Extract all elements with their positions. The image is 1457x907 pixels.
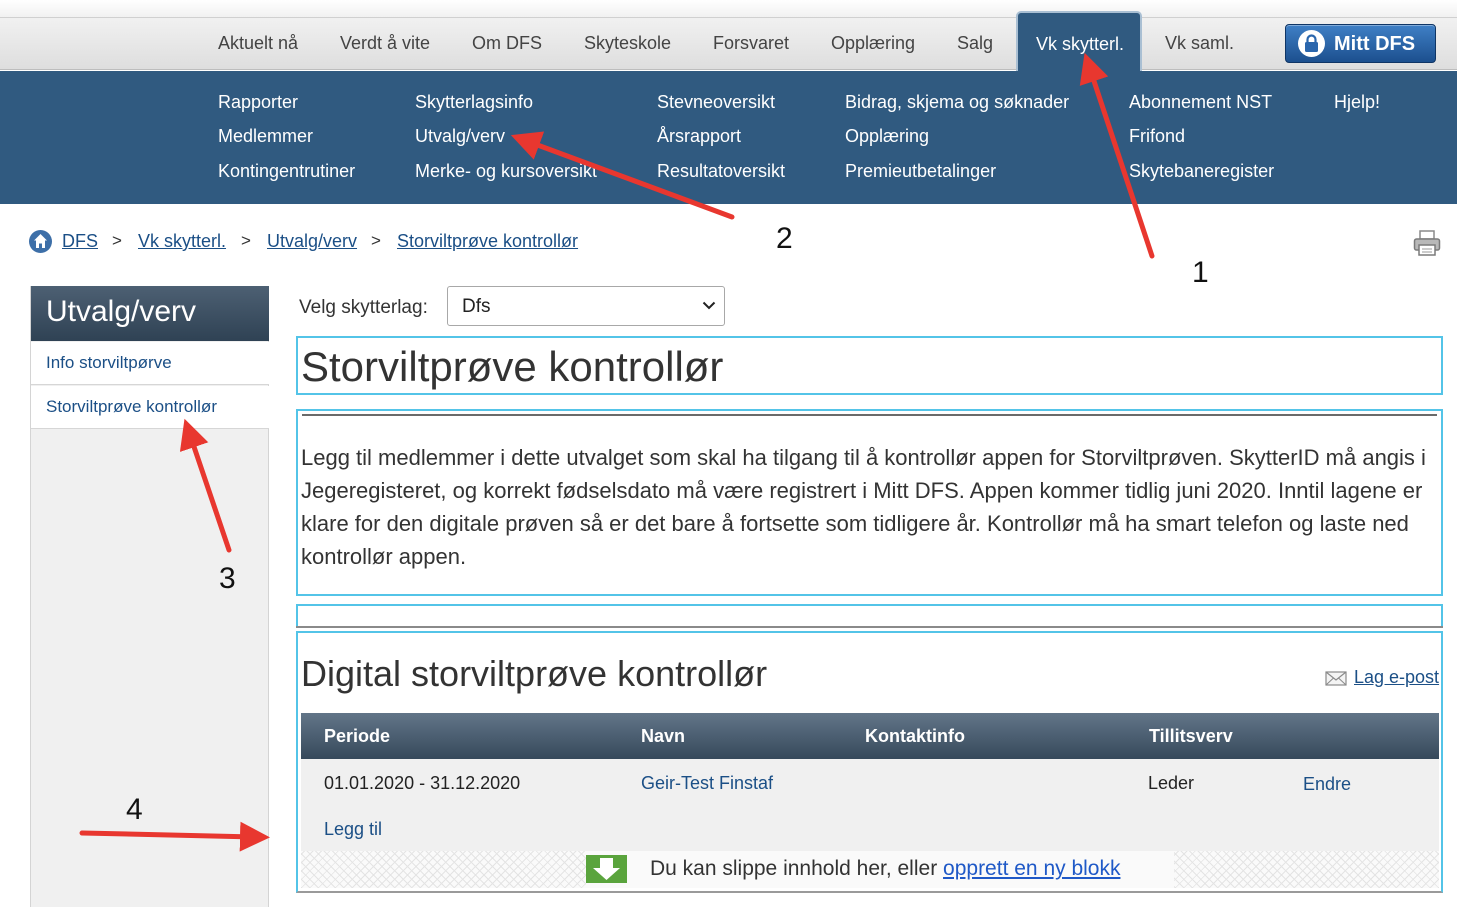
table-row: 01.01.2020 - 31.12.2020 Geir-Test Finsta… (301, 759, 1439, 851)
empty-block (296, 604, 1443, 628)
lock-icon (1298, 30, 1325, 57)
menu-frifond[interactable]: Frifond (1129, 126, 1185, 147)
mail-icon (1325, 671, 1347, 686)
sidebar-title: Utvalg/verv (46, 295, 197, 328)
breadcrumb-separator: > (371, 231, 381, 250)
add-member-link[interactable]: Legg til (324, 819, 382, 840)
mega-menu: Rapporter Medlemmer Kontingentrutiner Sk… (0, 71, 1457, 204)
breadcrumb-separator: > (241, 231, 251, 250)
menu-arsrapport[interactable]: Årsrapport (657, 126, 741, 147)
topnav-vk-saml[interactable]: Vk saml. (1165, 33, 1234, 54)
edit-link[interactable]: Endre (1303, 774, 1351, 795)
breadcrumb-separator: > (112, 231, 122, 250)
sidebar-item-label: Info storviltpørve (46, 353, 172, 372)
column-header-kontaktinfo: Kontaktinfo (865, 726, 965, 746)
sidebar-header: Utvalg/verv (31, 286, 269, 341)
drop-zone[interactable]: Du kan slippe innhold her, eller opprett… (301, 851, 1439, 888)
menu-stevneoversikt[interactable]: Stevneoversikt (657, 92, 775, 113)
top-divider (0, 17, 1457, 18)
breadcrumb-dfs[interactable]: DFS (62, 231, 98, 252)
sidebar-item-storviltprove-kontrollor[interactable]: Storviltprøve kontrollør (31, 386, 269, 429)
menu-kontingentrutiner[interactable]: Kontingentrutiner (218, 161, 355, 182)
chevron-down-icon (702, 301, 716, 310)
club-select-value: Dfs (462, 296, 491, 317)
menu-skytebaneregister[interactable]: Skytebaneregister (1129, 161, 1274, 182)
topnav-vk-skytterl-label: Vk skytterl. (1036, 34, 1125, 54)
topnav-opplaering[interactable]: Opplæring (831, 33, 915, 54)
annotation-number-4: 4 (126, 793, 143, 826)
section-title: Digital storviltprøve kontrollør (301, 653, 768, 694)
topnav-forsvaret[interactable]: Forsvaret (713, 33, 789, 54)
club-select[interactable]: Dfs (447, 286, 725, 326)
menu-resultatoversikt[interactable]: Resultatoversikt (657, 161, 785, 182)
annotation-number-1: 1 (1192, 256, 1209, 289)
annotation-number-3: 3 (219, 562, 236, 595)
topnav-skyteskole[interactable]: Skyteskole (584, 33, 671, 54)
title-block: Storviltprøve kontrollør (296, 336, 1443, 395)
topnav-vk-skytterl-active[interactable]: Vk skytterl. (1016, 11, 1142, 73)
menu-skytterlagsinfo[interactable]: Skytterlagsinfo (415, 92, 533, 113)
member-name-link[interactable]: Geir-Test Finstaf (641, 773, 773, 794)
select-club-label: Velg skytterlag: (299, 297, 428, 318)
divider (296, 626, 1443, 628)
breadcrumb-current[interactable]: Storviltprøve kontrollør (397, 231, 578, 252)
column-header-navn: Navn (641, 726, 686, 746)
breadcrumb-vk-skytterl[interactable]: Vk skytterl. (138, 231, 226, 252)
menu-premieutbetalinger[interactable]: Premieutbetalinger (845, 161, 996, 182)
mitt-dfs-button[interactable]: Mitt DFS (1285, 24, 1436, 63)
column-header-periode: Periode (324, 726, 391, 746)
create-email-link[interactable]: Lag e-post (1354, 667, 1439, 688)
drop-zone-text: Du kan slippe innhold her, eller opprett… (650, 857, 1120, 881)
divider (302, 414, 1437, 416)
menu-merke-kursoversikt[interactable]: Merke- og kursoversikt (415, 161, 597, 182)
print-icon[interactable] (1413, 230, 1441, 261)
sidebar: Utvalg/verv Info storviltpørve Storviltp… (30, 286, 269, 907)
create-block-link[interactable]: opprett en ny blokk (943, 857, 1120, 880)
menu-bidrag-skjema[interactable]: Bidrag, skjema og søknader (845, 92, 1069, 113)
topnav-aktuelt[interactable]: Aktuelt nå (218, 33, 298, 54)
page-title: Storviltprøve kontrollør (301, 343, 724, 390)
topnav-verdt-a-vite[interactable]: Verdt å vite (340, 33, 430, 54)
drop-zone-content: Du kan slippe innhold her, eller opprett… (586, 851, 1174, 888)
body-text: Legg til medlemmer i dette utvalget som … (301, 445, 1426, 569)
table-header: Periode Navn Kontaktinfo Tillitsverv (301, 713, 1439, 759)
drop-zone-label: Du kan slippe innhold her, eller (650, 857, 938, 880)
breadcrumb-utvalg-verv[interactable]: Utvalg/verv (267, 231, 357, 252)
cell-periode: 01.01.2020 - 31.12.2020 (324, 773, 521, 793)
menu-abonnement-nst[interactable]: Abonnement NST (1129, 92, 1272, 113)
text-block: Legg til medlemmer i dette utvalget som … (296, 409, 1443, 596)
menu-opplaering[interactable]: Opplæring (845, 126, 929, 147)
digital-controller-block: Digital storviltprøve kontrollør Lag e-p… (296, 631, 1443, 893)
menu-hjelp[interactable]: Hjelp! (1334, 92, 1380, 113)
annotation-number-2: 2 (776, 222, 793, 255)
menu-medlemmer[interactable]: Medlemmer (218, 126, 313, 147)
menu-rapporter[interactable]: Rapporter (218, 92, 298, 113)
home-icon[interactable] (29, 230, 52, 253)
column-header-tillitsverv: Tillitsverv (1149, 726, 1233, 746)
sidebar-item-label: Storviltprøve kontrollør (46, 397, 217, 416)
top-navigation: Aktuelt nå Verdt å vite Om DFS Skyteskol… (0, 0, 1457, 70)
sidebar-item-info-storviltprove[interactable]: Info storviltpørve (31, 342, 269, 385)
arrow-down-icon (586, 855, 627, 883)
cell-tillitsverv: Leder (1148, 773, 1195, 793)
menu-utvalg-verv[interactable]: Utvalg/verv (415, 126, 505, 147)
topnav-om-dfs[interactable]: Om DFS (472, 33, 542, 54)
topnav-salg[interactable]: Salg (957, 33, 993, 54)
mitt-dfs-label: Mitt DFS (1334, 33, 1416, 55)
